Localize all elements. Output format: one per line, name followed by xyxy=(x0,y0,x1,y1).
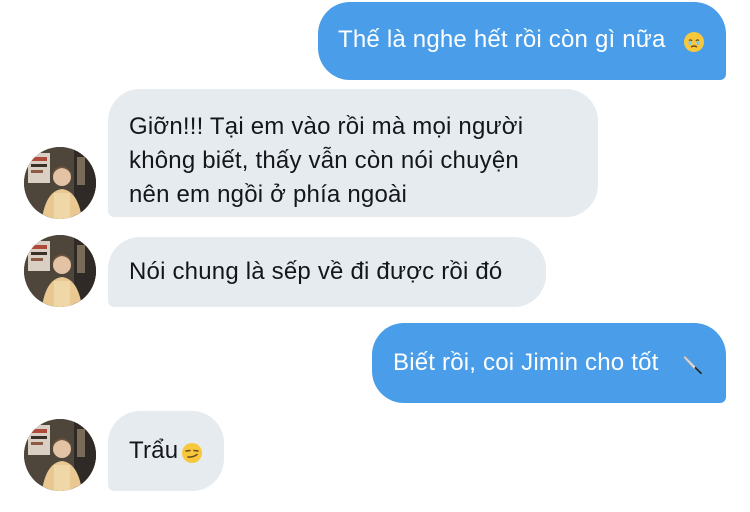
avatar[interactable] xyxy=(24,235,96,307)
profile-photo xyxy=(24,235,96,307)
message-text: Giỡn!!! Tại em vào rồi mà mọi người xyxy=(129,113,524,140)
chat-thread: Thế là nghe hết rồi còn gì nữa Giỡn!!! T… xyxy=(0,0,750,512)
face-holding-back-tears-icon xyxy=(684,32,704,52)
message-text: Thế là nghe hết rồi còn gì nữa xyxy=(338,26,666,53)
message-text: nên em ngồi ở phía ngoài xyxy=(129,181,408,208)
received-message-bubble[interactable]: Giỡn!!! Tại em vào rồi mà mọi người khôn… xyxy=(108,89,598,217)
avatar[interactable] xyxy=(24,147,96,219)
message-text: Biết rồi, coi Jimin cho tốt xyxy=(393,349,659,376)
smirking-face-icon xyxy=(182,443,202,463)
profile-photo xyxy=(24,147,96,219)
message-text: Nói chung là sếp về đi được rồi đó xyxy=(129,258,503,285)
message-text: Trẩu xyxy=(129,437,179,464)
received-message-bubble[interactable]: Trẩu xyxy=(108,411,224,491)
message-text: không biết, thấy vẫn còn nói chuyện xyxy=(129,147,519,174)
sent-message-bubble[interactable]: Biết rồi, coi Jimin cho tốt xyxy=(372,323,726,403)
profile-photo xyxy=(24,419,96,491)
kitchen-knife-icon xyxy=(683,355,702,374)
avatar[interactable] xyxy=(24,419,96,491)
received-message-bubble[interactable]: Nói chung là sếp về đi được rồi đó xyxy=(108,237,546,307)
sent-message-bubble[interactable]: Thế là nghe hết rồi còn gì nữa xyxy=(318,2,726,80)
